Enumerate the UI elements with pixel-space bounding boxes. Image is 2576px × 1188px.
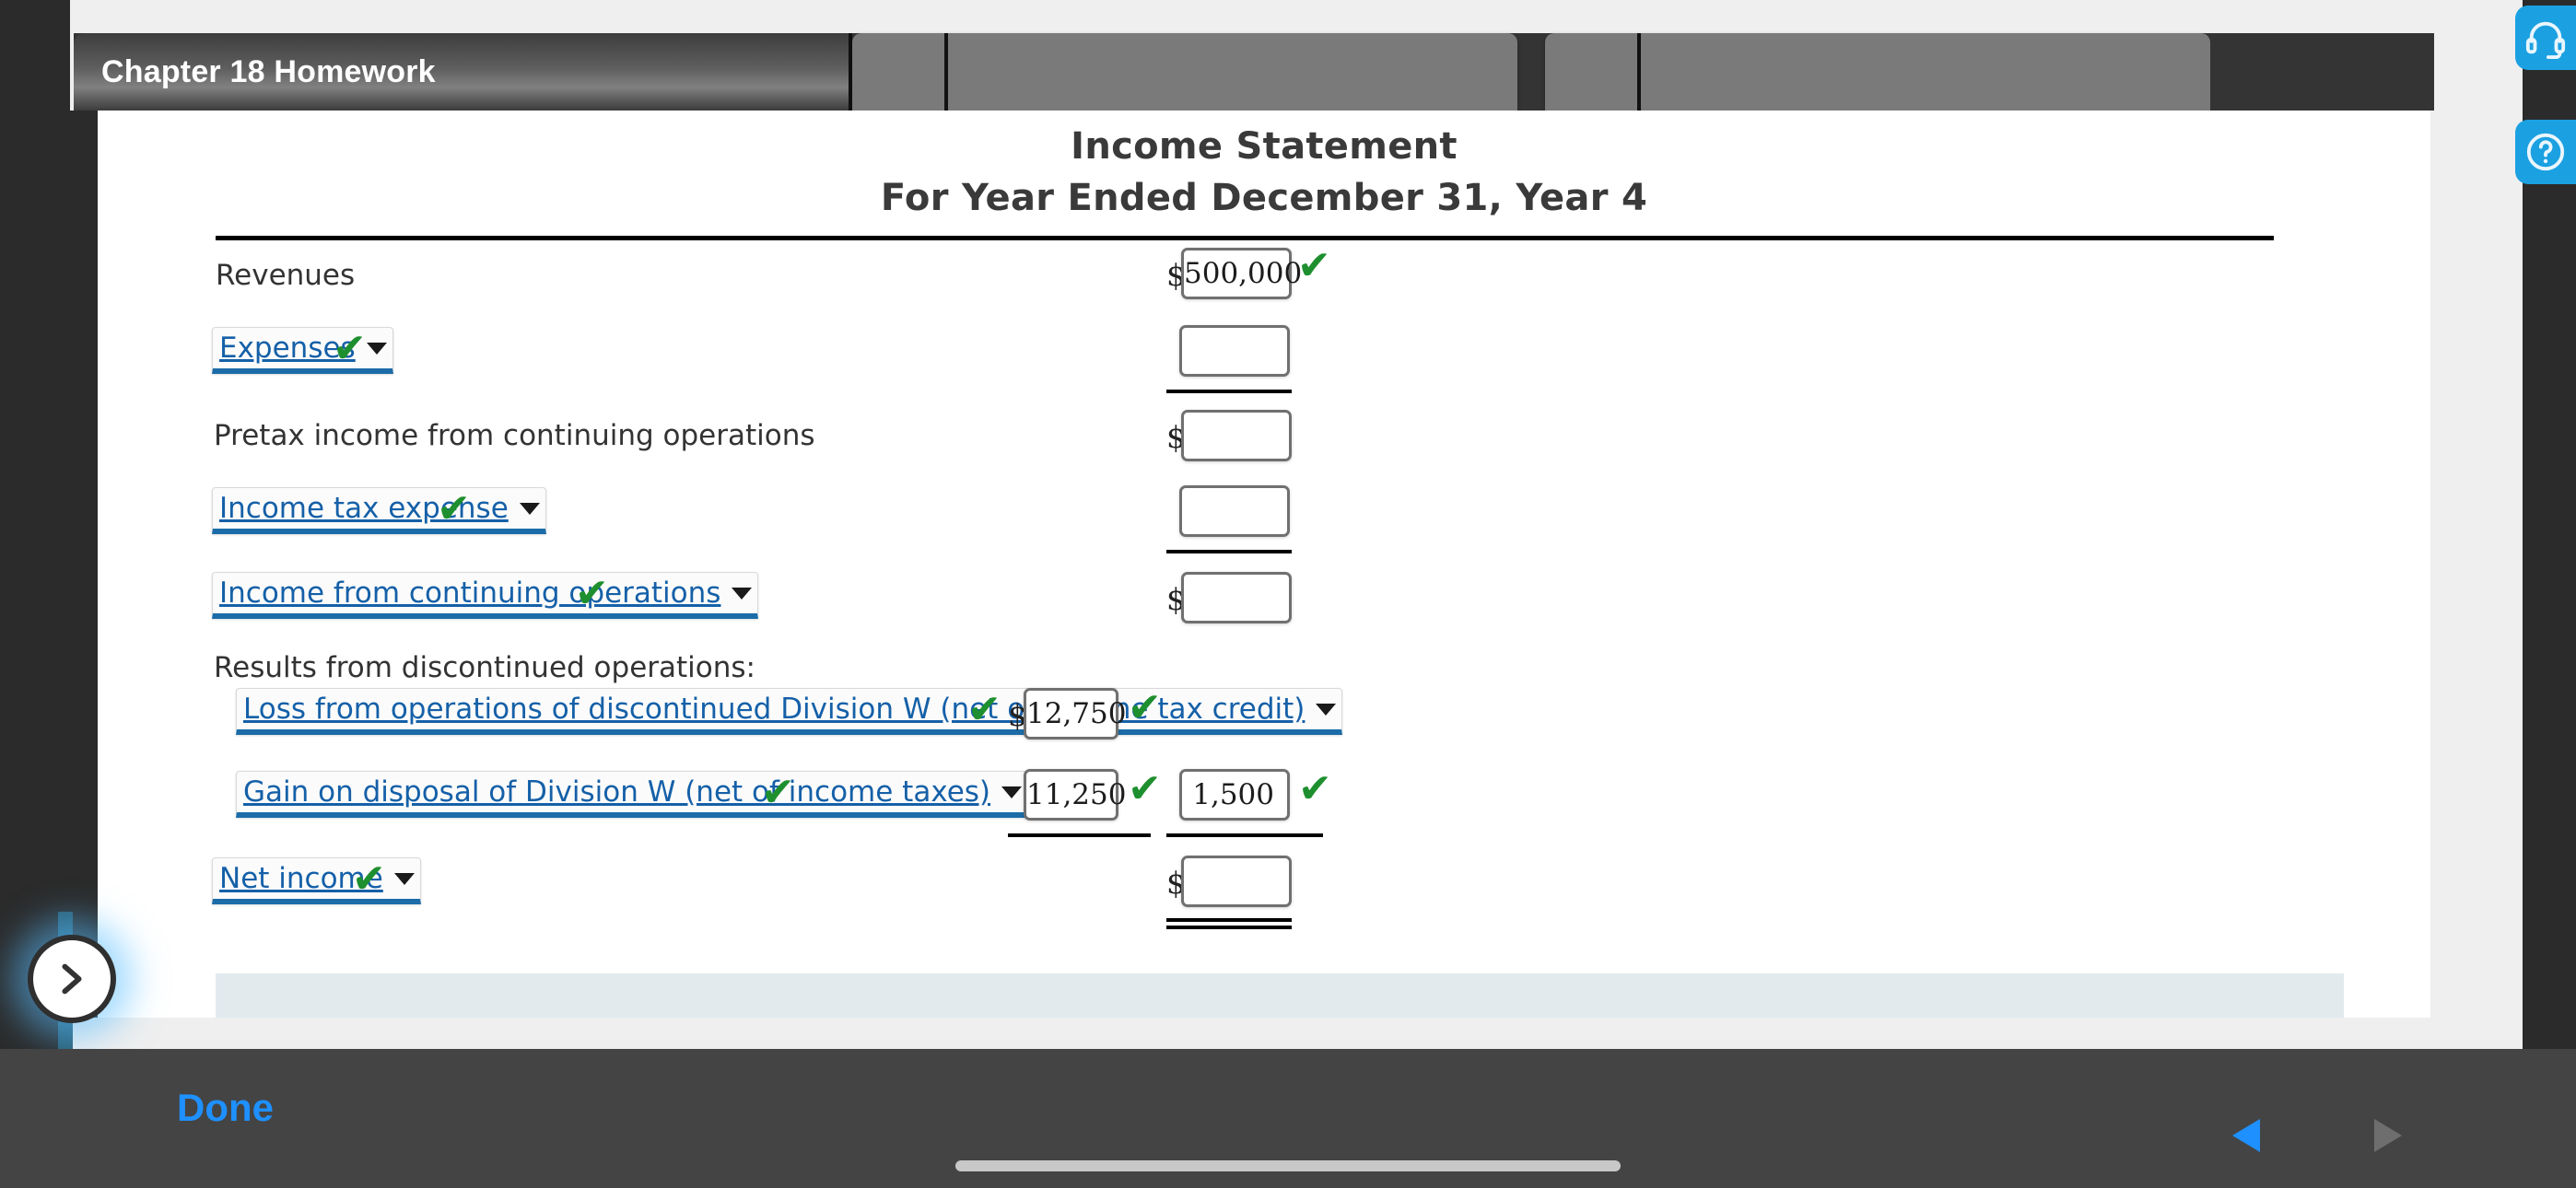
chevron-down-icon-expenses: [366, 342, 387, 355]
check-icon-revenues: ✔: [1297, 242, 1331, 289]
sheet-left-edge: [70, 111, 98, 1018]
bottom-toolbar: Done: [0, 1049, 2576, 1188]
tab-blank-2[interactable]: [1545, 33, 2210, 111]
rule-net-income-1: [1166, 918, 1292, 922]
dropdown-gain-disposal-division-w-label: Gain on disposal of Division W (net of i…: [243, 775, 991, 809]
row-discontinued-heading: Results from discontinued operations:: [98, 646, 2430, 688]
row-expenses: Expenses ✔: [98, 321, 2430, 402]
chevron-right-icon: [62, 963, 82, 995]
statement-rows: Revenues $ 500,000 ✔ Expenses ✔ Pretax i…: [98, 240, 2430, 931]
rule-after-income-tax: [1166, 550, 1292, 553]
label-discontinued-heading: Results from discontinued operations:: [214, 651, 755, 684]
headset-icon: [2525, 21, 2566, 59]
rule-after-expenses: [1166, 390, 1292, 393]
tab-blank-1[interactable]: [852, 33, 1517, 111]
tab-divider-2: [944, 33, 948, 111]
rule-after-discontinued-total: [1166, 833, 1323, 837]
statement-title: Income Statement: [1071, 125, 1458, 168]
tab-bar: Chapter 18 Homework: [74, 33, 2434, 111]
check-icon-gain-disposal: ✔: [761, 769, 795, 816]
next-page-button[interactable]: [2374, 1119, 2402, 1152]
check-icon-gain-disposal-value: ✔: [1128, 765, 1162, 812]
input-expenses[interactable]: [1179, 325, 1290, 377]
chevron-down-icon-gain-disposal: [1001, 786, 1023, 798]
done-button[interactable]: Done: [177, 1086, 274, 1130]
content-viewport: Chapter 18 Homework Income Statement For…: [70, 0, 2523, 1049]
check-icon-loss-discontinued: ✔: [967, 686, 1001, 733]
app-root: Chapter 18 Homework Income Statement For…: [0, 0, 2576, 1188]
check-icon-expenses: ✔: [333, 325, 367, 372]
row-income-tax-expense: Income tax expense ✔: [98, 483, 2430, 565]
tab-chapter-18-homework[interactable]: Chapter 18 Homework: [74, 33, 852, 111]
worksheet: Income Statement For Year Ended December…: [98, 111, 2430, 1018]
worksheet-bottom-strip: [216, 973, 2344, 1018]
tab-title-label: Chapter 18 Homework: [101, 53, 436, 89]
chevron-down-icon-net-income: [393, 872, 415, 885]
expand-panel-button[interactable]: [28, 935, 116, 1023]
label-revenues: Revenues: [216, 259, 356, 292]
rule-net-income-2: [1166, 926, 1292, 929]
input-loss-discontinued[interactable]: 12,750: [1024, 688, 1126, 740]
tab-bar-filler: [2210, 33, 2434, 111]
rule-after-gain-disposal: [1008, 833, 1151, 837]
row-gain-disposal-division-w: Gain on disposal of Division W (net of i…: [98, 769, 2430, 850]
input-discontinued-total[interactable]: 1,500: [1179, 769, 1290, 821]
statement-subtitle: For Year Ended December 31, Year 4: [880, 177, 1648, 219]
left-rail: [0, 0, 70, 1049]
tab-divider-3: [1637, 33, 1641, 111]
label-pretax-income: Pretax income from continuing operations: [214, 419, 815, 452]
row-loss-discontinued-division-w: Loss from operations of discontinued Div…: [98, 688, 2430, 769]
row-income-continuing-ops: Income from continuing operations ✔ $: [98, 565, 2430, 646]
dropdown-gain-disposal-division-w[interactable]: Gain on disposal of Division W (net of i…: [236, 771, 1029, 818]
dropdown-loss-discontinued-division-w[interactable]: Loss from operations of discontinued Div…: [236, 688, 1343, 735]
dropdown-net-income[interactable]: Net income: [212, 857, 421, 904]
check-icon-discontinued-total: ✔: [1298, 765, 1332, 812]
previous-page-button[interactable]: [2232, 1119, 2260, 1152]
dropdown-income-continuing-ops-label: Income from continuing operations: [219, 577, 721, 610]
question-circle-icon: [2526, 133, 2565, 171]
check-icon-loss-discontinued-value: ✔: [1128, 684, 1162, 731]
check-icon-net-income: ✔: [352, 856, 386, 903]
input-pretax-income[interactable]: [1181, 410, 1292, 461]
check-icon-income-continuing-ops: ✔: [575, 570, 609, 617]
input-revenues[interactable]: 500,000: [1181, 248, 1302, 299]
chevron-down-icon-income-tax-expense: [519, 502, 540, 515]
home-indicator: [955, 1160, 1621, 1171]
row-revenues: Revenues $ 500,000 ✔: [98, 240, 2430, 321]
chevron-down-icon-income-continuing-ops: [732, 587, 753, 600]
support-button[interactable]: [2515, 6, 2576, 70]
check-icon-income-tax-expense: ✔: [437, 485, 471, 532]
dropdown-income-continuing-ops[interactable]: Income from continuing operations: [212, 572, 759, 619]
input-income-continuing-ops[interactable]: [1181, 572, 1292, 623]
input-gain-disposal[interactable]: 11,250: [1024, 769, 1126, 821]
row-net-income: Net income ✔ $: [98, 850, 2430, 931]
chevron-down-icon-loss-discontinued: [1316, 703, 1337, 716]
input-income-tax-expense[interactable]: [1179, 485, 1290, 537]
row-pretax-income: Pretax income from continuing operations…: [98, 402, 2430, 483]
help-button[interactable]: [2515, 120, 2576, 184]
input-net-income[interactable]: [1181, 856, 1292, 907]
dropdown-income-tax-expense[interactable]: Income tax expense: [212, 487, 546, 534]
